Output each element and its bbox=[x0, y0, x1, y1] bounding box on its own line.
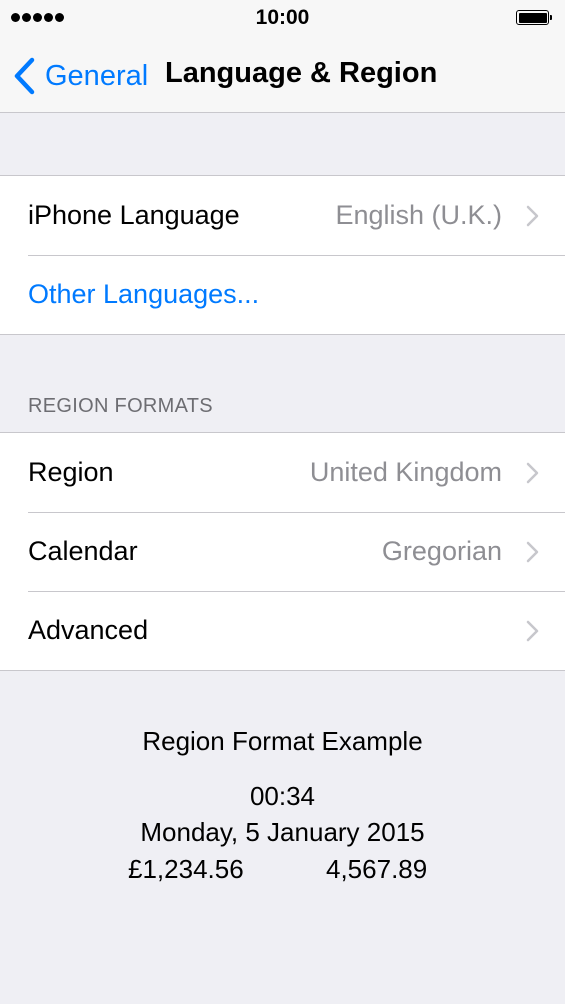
iphone-language-label: iPhone Language bbox=[28, 200, 240, 230]
chevron-right-icon bbox=[526, 205, 539, 226]
region-value: United Kingdom bbox=[309, 457, 502, 487]
example-currency: £1,234.56 bbox=[128, 854, 244, 884]
other-languages-row[interactable]: Other Languages... bbox=[0, 255, 565, 334]
battery-full-icon bbox=[516, 10, 552, 25]
calendar-row[interactable]: Calendar Gregorian bbox=[0, 512, 565, 591]
page-title: Language & Region bbox=[165, 57, 438, 89]
region-format-example-title: Region Format Example bbox=[142, 726, 423, 756]
chevron-left-icon bbox=[14, 57, 35, 95]
navigation-bar: General Language & Region bbox=[0, 38, 565, 113]
other-languages-link[interactable]: Other Languages... bbox=[28, 279, 259, 310]
status-time: 10:00 bbox=[255, 6, 310, 29]
chevron-right-icon bbox=[526, 462, 539, 483]
advanced-label: Advanced bbox=[28, 615, 149, 645]
region-formats-header: REGION FORMATS bbox=[28, 395, 213, 417]
calendar-label: Calendar bbox=[28, 536, 138, 566]
advanced-row[interactable]: Advanced bbox=[0, 591, 565, 670]
region-label: Region bbox=[28, 457, 114, 487]
calendar-value: Gregorian bbox=[381, 536, 502, 566]
chevron-right-icon bbox=[526, 541, 539, 562]
back-button[interactable]: General bbox=[12, 54, 148, 98]
region-formats-group: Region United Kingdom Calendar Gregorian… bbox=[0, 432, 565, 671]
iphone-language-row[interactable]: iPhone Language English (U.K.) bbox=[0, 176, 565, 255]
back-label: General bbox=[45, 59, 149, 92]
example-time: 00:34 bbox=[249, 781, 316, 811]
iphone-language-value: English (U.K.) bbox=[335, 200, 502, 230]
language-group: iPhone Language English (U.K.) Other Lan… bbox=[0, 175, 565, 335]
chevron-right-icon bbox=[526, 620, 539, 641]
example-date: Monday, 5 January 2015 bbox=[140, 817, 425, 847]
status-bar: 10:00 bbox=[0, 0, 565, 38]
example-money-row: £1,234.56 4,567.89 bbox=[0, 854, 565, 886]
region-row[interactable]: Region United Kingdom bbox=[0, 433, 565, 512]
example-number: 4,567.89 bbox=[326, 854, 428, 884]
